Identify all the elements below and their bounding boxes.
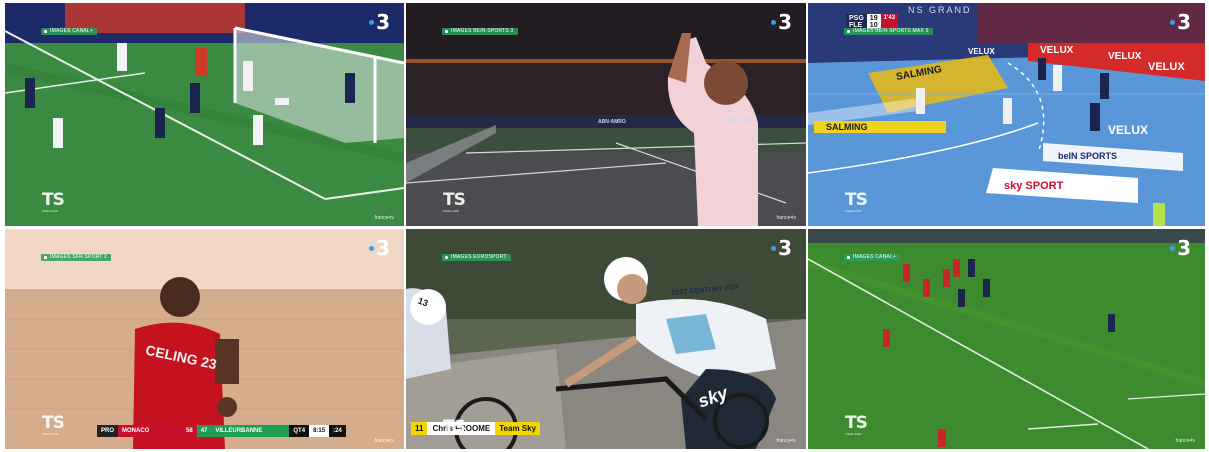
- sponsor-board: VELUX: [968, 47, 995, 56]
- broadcast-credit: IMAGES CANAL+: [41, 28, 98, 35]
- tout-le-sport-subtitle: WEEK-END: [845, 432, 862, 436]
- home-score: 19: [869, 15, 878, 22]
- game-clock: 8:15: [309, 425, 330, 437]
- panel-football: IMAGES CANAL+ 3 TS WEEK-END france•tv: [5, 3, 404, 226]
- cycling-scene: [406, 229, 806, 449]
- football-scene: [5, 3, 404, 226]
- france3-logo: 3: [1170, 236, 1191, 260]
- league-label: PRO: [97, 425, 119, 437]
- france3-logo: 3: [771, 236, 792, 260]
- france3-logo: 3: [1170, 10, 1191, 34]
- sponsor-board: ABN·AMRO: [726, 118, 754, 124]
- away-team: VILLEURBANNE: [211, 425, 290, 437]
- home-score: 58: [182, 425, 197, 437]
- sponsor-board: VELUX: [1108, 123, 1149, 137]
- tout-le-sport-subtitle: WEEK-END: [42, 209, 59, 213]
- france3-logo: 3: [369, 236, 390, 260]
- france3-logo: 3: [771, 10, 792, 34]
- sponsor-board: SALMING: [814, 121, 946, 133]
- francetv-watermark: france•tv: [374, 215, 394, 221]
- rider-team: Team Sky: [495, 422, 541, 435]
- broadcast-credit: IMAGES CANAL+: [844, 254, 901, 261]
- tout-le-sport-logo: TS: [443, 190, 466, 210]
- tout-le-sport-logo: TS: [845, 413, 868, 433]
- francetv-watermark: france•tv: [374, 438, 394, 444]
- sports-montage-grid: IMAGES CANAL+ 3 TS WEEK-END france•tv IM…: [5, 3, 1205, 449]
- panel-handball: NS GRAND PSG FLE 19 10 1'43 IMAGES BEIN SP…: [808, 3, 1205, 226]
- tout-le-sport-logo: TS: [42, 413, 65, 433]
- home-team: PSG: [849, 15, 864, 22]
- panel-tennis: IMAGES BEIN SPORTS 3 3 TS WEEK-END franc…: [406, 3, 806, 226]
- broadcast-credit: IMAGES BEIN SPORTS MAX 5: [844, 28, 933, 35]
- tout-le-sport-logo: TS: [443, 417, 466, 437]
- basketball-scene: [5, 229, 404, 449]
- france3-logo: 3: [369, 10, 390, 34]
- tout-le-sport-subtitle: WEEK-END: [42, 432, 59, 436]
- tout-le-sport-subtitle: WEEK-END: [845, 209, 862, 213]
- tout-le-sport-logo: TS: [42, 190, 65, 210]
- away-score: 47: [196, 425, 212, 437]
- sponsor-board: sky SPORT: [1004, 180, 1064, 192]
- sponsor-board: VELUX: [1148, 61, 1185, 73]
- home-team: MONACO: [118, 425, 183, 437]
- quarter: QT4: [289, 425, 310, 437]
- arena-banner: NS GRAND: [908, 5, 972, 15]
- francetv-watermark: france•tv: [776, 438, 796, 444]
- francetv-watermark: france•tv: [1175, 438, 1195, 444]
- shot-clock: :24: [329, 425, 346, 437]
- rider-caption: 11 Chris FROOME Team Sky: [411, 422, 541, 435]
- sponsor-board: beIN SPORTS: [1058, 151, 1118, 161]
- sponsor-board: VELUX: [1040, 45, 1074, 56]
- francetv-watermark: france•tv: [776, 215, 796, 221]
- tout-le-sport-subtitle: WEEK-END: [443, 209, 460, 213]
- sponsor-board: VELUX: [1108, 51, 1142, 62]
- sponsor-board: ABN·AMRO: [598, 119, 626, 125]
- tennis-scene: [406, 3, 806, 226]
- rugby-scene: [808, 229, 1205, 449]
- panel-rugby: IMAGES CANAL+ 3 TS WEEK-END france•tv: [808, 229, 1205, 449]
- broadcast-credit: IMAGES EUROSPORT: [442, 254, 511, 261]
- broadcast-credit: IMAGES SFR SPORT 2: [41, 254, 112, 261]
- panel-cycling: 21ST CENTURY FOX sky 13 IMAGES EUROSPORT…: [406, 229, 806, 449]
- tout-le-sport-logo: TS: [845, 190, 868, 210]
- broadcast-credit: IMAGES BEIN SPORTS 3: [442, 28, 518, 35]
- basketball-scorebug: PRO MONACO 58 47 VILLEURBANNE QT4 8:15 :…: [97, 425, 346, 437]
- rider-number: 11: [411, 422, 428, 435]
- handball-scene: [808, 3, 1205, 226]
- panel-basketball: CELING 23 IMAGES SFR SPORT 2 3 PRO MONAC…: [5, 229, 404, 449]
